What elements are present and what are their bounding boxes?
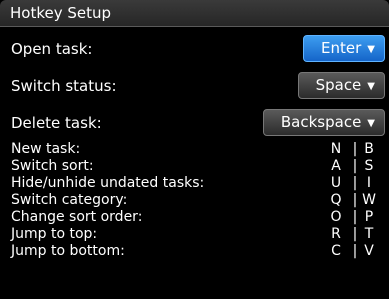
hotkey-row-change-sort-order: Change sort order: O | P [0, 209, 389, 225]
title-bar: Hotkey Setup [0, 0, 389, 27]
delete-task-value: Backspace [280, 113, 362, 131]
delete-task-dropdown[interactable]: Backspace ▼ [263, 109, 385, 136]
hotkey-key-secondary: V [364, 243, 374, 259]
hotkey-key-primary: A [331, 158, 341, 174]
hotkey-row-jump-to-bottom: Jump to bottom: C | V [0, 243, 389, 259]
switch-status-value: Space [315, 76, 362, 94]
switch-status-label: Switch status: [11, 77, 117, 95]
hotkey-row-hide-undated: Hide/unhide undated tasks: U | I [0, 175, 389, 191]
hotkey-separator: | [352, 226, 358, 242]
hotkey-key-secondary: P [364, 209, 374, 225]
screen-title: Hotkey Setup [10, 4, 112, 22]
hotkey-separator: | [352, 243, 358, 259]
hotkey-key-secondary: I [366, 175, 372, 191]
hotkey-separator: | [352, 192, 358, 208]
hotkey-key-primary: R [331, 226, 341, 242]
hotkey-key-secondary: B [364, 141, 374, 157]
hotkey-key-secondary: W [362, 192, 376, 208]
switch-status-dropdown[interactable]: Space ▼ [298, 72, 385, 99]
hotkey-name: Jump to bottom: [11, 243, 125, 259]
hotkey-row-switch-sort: Switch sort: A | S [0, 158, 389, 174]
hotkey-name: Switch category: [11, 192, 128, 208]
hotkey-name: Change sort order: [11, 209, 143, 225]
caret-down-icon: ▼ [367, 118, 375, 129]
hotkey-name: Jump to top: [11, 226, 98, 242]
hotkey-separator: | [352, 175, 358, 191]
hotkey-name: Switch sort: [11, 158, 94, 174]
hotkey-separator: | [352, 158, 358, 174]
hotkey-separator: | [352, 141, 358, 157]
open-task-dropdown[interactable]: Enter ▼ [303, 35, 385, 62]
hotkey-key-primary: C [331, 243, 341, 259]
caret-down-icon: ▼ [367, 44, 375, 55]
hotkey-row-jump-to-top: Jump to top: R | T [0, 226, 389, 242]
hotkey-key-primary: N [330, 141, 342, 157]
hotkey-key-primary: Q [330, 192, 342, 208]
open-task-label: Open task: [11, 40, 93, 58]
caret-down-icon: ▼ [367, 81, 375, 92]
hotkey-name: New task: [11, 141, 81, 157]
hotkey-row-new-task: New task: N | B [0, 141, 389, 157]
hotkey-key-secondary: S [364, 158, 374, 174]
hotkey-setup-screen: Hotkey Setup Open task: Enter ▼ Switch st… [0, 0, 389, 299]
hotkey-row-switch-category: Switch category: Q | W [0, 192, 389, 208]
open-task-value: Enter [321, 39, 362, 57]
hotkey-separator: | [352, 209, 358, 225]
delete-task-label: Delete task: [11, 114, 102, 132]
hotkey-key-primary: O [330, 209, 342, 225]
hotkey-key-secondary: T [364, 226, 374, 242]
hotkey-key-primary: U [330, 175, 342, 191]
hotkey-name: Hide/unhide undated tasks: [11, 175, 205, 191]
